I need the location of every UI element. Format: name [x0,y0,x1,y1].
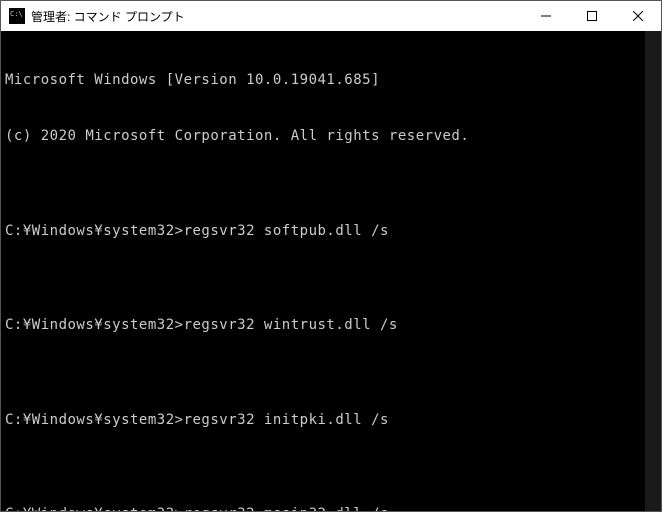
window-controls [523,1,661,31]
terminal-line: C:¥Windows¥system32>regsvr32 mssip32.dll… [5,505,657,511]
minimize-button[interactable] [523,1,569,31]
window-title: 管理者: コマンド プロンプト [31,8,185,25]
terminal-line: C:¥Windows¥system32>regsvr32 wintrust.dl… [5,316,657,335]
titlebar[interactable]: 管理者: コマンド プロンプト [1,1,661,31]
terminal-line: C:¥Windows¥system32>regsvr32 initpki.dll… [5,411,657,430]
terminal-area[interactable]: Microsoft Windows [Version 10.0.19041.68… [1,31,661,511]
minimize-icon [541,11,551,21]
vertical-scrollbar[interactable] [645,31,661,511]
command-prompt-window: 管理者: コマンド プロンプト Microsoft Windows [Versi… [0,0,662,512]
close-icon [633,11,643,21]
cmd-icon [9,8,25,24]
terminal-line: Microsoft Windows [Version 10.0.19041.68… [5,71,657,90]
close-button[interactable] [615,1,661,31]
terminal-line: C:¥Windows¥system32>regsvr32 softpub.dll… [5,222,657,241]
maximize-icon [587,11,597,21]
maximize-button[interactable] [569,1,615,31]
terminal-line: (c) 2020 Microsoft Corporation. All righ… [5,127,657,146]
